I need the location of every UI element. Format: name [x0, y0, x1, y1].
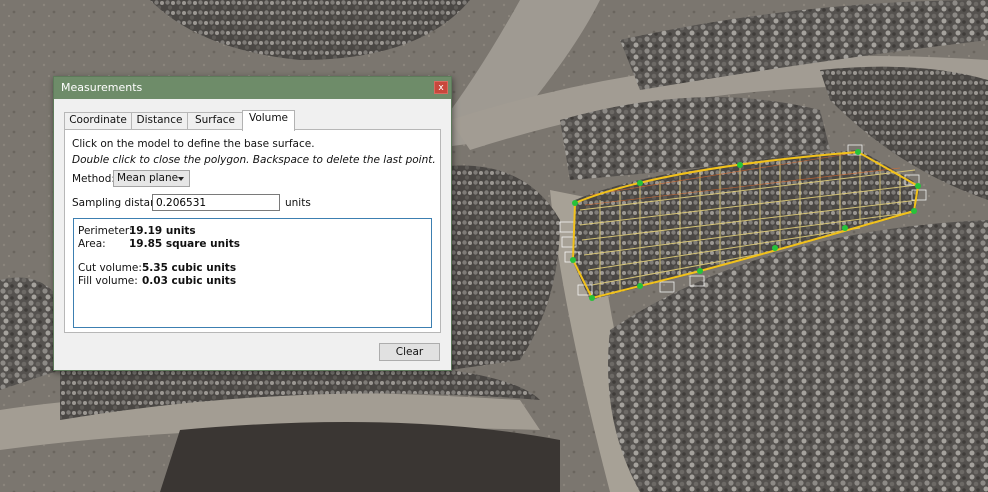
chevron-down-icon — [178, 177, 184, 181]
tab-volume[interactable]: Volume — [242, 110, 295, 131]
tab-coordinate[interactable]: Coordinate — [64, 112, 132, 129]
volume-tab-panel: Click on the model to define the base su… — [64, 129, 441, 333]
fill-volume-value: 0.03 cubic units — [142, 275, 237, 287]
perimeter-label: Perimeter: — [78, 225, 133, 237]
results-box: Perimeter: 19.19 units Area: 19.85 squar… — [73, 218, 432, 328]
method-label: Method: — [72, 173, 115, 185]
area-value: 19.85 square units — [129, 238, 240, 250]
sampling-unit-label: units — [285, 197, 311, 209]
dialog-title: Measurements — [61, 81, 143, 94]
cut-volume-value: 5.35 cubic units — [142, 262, 237, 274]
clear-button[interactable]: Clear — [379, 343, 440, 361]
fill-volume-label: Fill volume: — [78, 275, 138, 287]
close-button[interactable]: x — [434, 81, 448, 94]
method-value: Mean plane — [117, 172, 179, 184]
pit-shadow — [160, 422, 560, 492]
sampling-distance-input[interactable] — [152, 194, 280, 211]
instruction-hint: Double click to close the polygon. Backs… — [72, 154, 436, 166]
area-label: Area: — [78, 238, 106, 250]
dialog-titlebar[interactable]: Measurements x — [54, 77, 451, 99]
perimeter-value: 19.19 units — [129, 225, 196, 237]
method-dropdown[interactable]: Mean plane — [113, 170, 190, 187]
measurements-dialog: Measurements x Coordinate Distance Surfa… — [53, 76, 452, 371]
tab-distance[interactable]: Distance — [131, 112, 188, 129]
cut-volume-label: Cut volume: — [78, 262, 142, 274]
tab-surface[interactable]: Surface — [187, 112, 243, 129]
instruction-text: Click on the model to define the base su… — [72, 138, 315, 150]
